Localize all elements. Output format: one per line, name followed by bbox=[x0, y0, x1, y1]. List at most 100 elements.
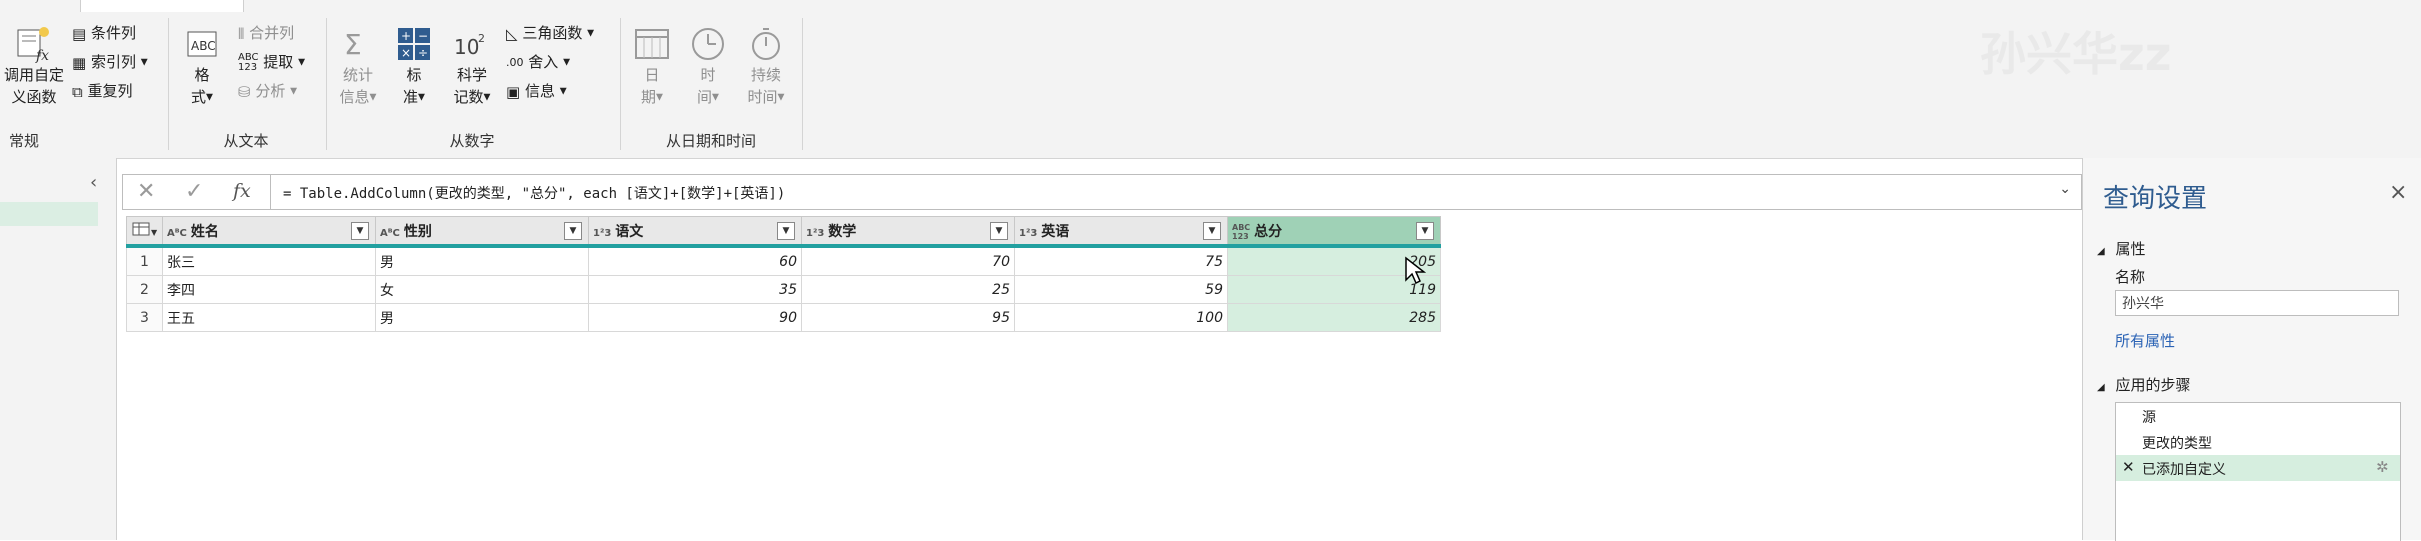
pane-title: 查询设置 bbox=[2103, 184, 2208, 214]
column-header-gender[interactable]: AᴮC 性别 ▼ bbox=[375, 216, 589, 248]
filter-dropdown-icon[interactable]: ▼ bbox=[777, 222, 795, 240]
table-cell[interactable]: 70 bbox=[801, 245, 1015, 276]
filter-dropdown-icon[interactable]: ▼ bbox=[564, 222, 582, 240]
information-button[interactable]: ▣ 信息 ▼ bbox=[506, 80, 567, 103]
merge-columns-icon: ⫴ bbox=[238, 24, 245, 43]
svg-text:▼: ▼ bbox=[151, 228, 158, 237]
selected-query-highlight[interactable] bbox=[0, 202, 98, 226]
commit-check-icon[interactable]: ✓ bbox=[185, 179, 203, 204]
conditional-column-button[interactable]: ▤ 条件列 bbox=[72, 22, 136, 45]
table-menu-icon[interactable]: ▼ bbox=[126, 216, 163, 248]
duration-button[interactable]: 持续 时间▼ bbox=[738, 24, 794, 109]
table-cell[interactable]: 王五 bbox=[162, 303, 376, 332]
filter-dropdown-icon[interactable]: ▼ bbox=[990, 222, 1008, 240]
statistics-button[interactable]: Σ 统计 信息▼ bbox=[334, 24, 382, 109]
table-cell[interactable]: 59 bbox=[1014, 275, 1228, 304]
filter-dropdown-icon[interactable]: ▼ bbox=[351, 222, 369, 240]
column-header-english[interactable]: 1²3 英语 ▼ bbox=[1014, 216, 1228, 248]
gear-icon[interactable]: ✲ bbox=[2376, 458, 2389, 476]
column-header-chinese[interactable]: 1²3 语文 ▼ bbox=[588, 216, 802, 248]
index-column-icon: ▦ bbox=[72, 53, 87, 72]
data-grid: ▼ AᴮC 姓名 ▼ AᴮC 性别 ▼ 1²3 语文 ▼ 1²3 数学 ▼ 1²3 英语 ▼ ABC… bbox=[126, 216, 1441, 332]
group-separator bbox=[168, 18, 169, 150]
close-icon[interactable]: × bbox=[2389, 180, 2407, 205]
all-properties-link[interactable]: 所有属性 bbox=[2115, 330, 2175, 351]
delete-step-icon[interactable]: ✕ bbox=[2122, 458, 2135, 476]
table-row[interactable]: 1 张三 男 60 70 75 205 bbox=[126, 245, 1441, 276]
applied-steps-section-header[interactable]: ◢ 应用的步骤 bbox=[2097, 374, 2191, 395]
row-number: 3 bbox=[126, 303, 163, 332]
chevron-down-icon: ▼ bbox=[777, 92, 785, 103]
time-button[interactable]: 时 间▼ bbox=[684, 24, 732, 109]
table-cell[interactable]: 男 bbox=[375, 245, 589, 276]
filter-dropdown-icon[interactable]: ▼ bbox=[1416, 222, 1434, 240]
abc-123-icon: ABC 123 bbox=[238, 51, 259, 73]
step-item[interactable]: 源 bbox=[2142, 407, 2156, 427]
format-button[interactable]: ABC 格 式▼ bbox=[176, 24, 228, 109]
query-settings-pane: 查询设置 × ◢ 属性 名称 孙兴华 所有属性 ◢ 应用的步骤 源 更改的类型 … bbox=[2082, 158, 2421, 541]
number-type-icon: 1²3 bbox=[1019, 227, 1038, 239]
index-column-button[interactable]: ▦ 索引列 ▼ bbox=[72, 51, 148, 74]
svg-text:÷: ÷ bbox=[418, 46, 428, 60]
number-type-icon: 1²3 bbox=[593, 227, 612, 239]
date-button[interactable]: 日 期▼ bbox=[628, 24, 676, 109]
step-item[interactable]: 更改的类型 bbox=[2142, 433, 2212, 453]
svg-text:fx: fx bbox=[35, 48, 49, 64]
trigonometry-button[interactable]: ◺ 三角函数 ▼ bbox=[506, 22, 594, 45]
parse-button[interactable]: ⛁ 分析 ▼ bbox=[238, 80, 297, 103]
duplicate-column-icon: ⧉ bbox=[72, 82, 83, 101]
table-cell[interactable]: 张三 bbox=[162, 245, 376, 276]
table-cell[interactable]: 90 bbox=[588, 303, 802, 332]
chevron-down-icon: ▼ bbox=[712, 92, 719, 103]
rounding-button[interactable]: .00 舍入 ▼ bbox=[506, 51, 570, 74]
stopwatch-icon bbox=[752, 28, 780, 60]
information-icon: ▣ bbox=[506, 82, 521, 101]
table-cell[interactable]: 25 bbox=[801, 275, 1015, 304]
group-label-from-text: 从文本 bbox=[223, 132, 269, 150]
svg-text:−: − bbox=[418, 29, 428, 43]
chevron-down-icon: ▼ bbox=[298, 57, 306, 68]
formula-input[interactable]: = Table.AddColumn(更改的类型, "总分", each [语文]… bbox=[283, 183, 785, 203]
table-cell[interactable]: 100 bbox=[1014, 303, 1228, 332]
table-cell[interactable]: 95 bbox=[801, 303, 1015, 332]
filter-dropdown-icon[interactable]: ▼ bbox=[1203, 222, 1221, 240]
invoke-custom-function-button[interactable]: fx 调用自定 义函数 bbox=[2, 24, 66, 108]
properties-section-header[interactable]: ◢ 属性 bbox=[2097, 238, 2146, 259]
chevron-down-icon: ▼ bbox=[418, 92, 425, 103]
table-cell[interactable]: 285 bbox=[1227, 303, 1441, 332]
chevron-down-icon: ▼ bbox=[206, 92, 213, 103]
duplicate-column-button[interactable]: ⧉ 重复列 bbox=[72, 80, 133, 103]
query-name-input[interactable]: 孙兴华 bbox=[2115, 290, 2399, 316]
merge-columns-button[interactable]: ⫴ 合并列 bbox=[238, 22, 294, 45]
standard-button[interactable]: + − × ÷ 标 准▼ bbox=[390, 24, 438, 109]
fx-icon[interactable]: fx bbox=[233, 180, 251, 202]
standard-operations-icon: + − × ÷ bbox=[398, 28, 430, 60]
scientific-button[interactable]: 10 2 科学 记数▼ bbox=[444, 24, 500, 109]
table-cell[interactable]: 35 bbox=[588, 275, 802, 304]
collapse-chevron-icon[interactable]: ‹ bbox=[90, 172, 97, 193]
column-header-name[interactable]: AᴮC 姓名 ▼ bbox=[162, 216, 376, 248]
selected-step-item[interactable]: ✕ 已添加自定义 ✲ bbox=[2116, 455, 2400, 481]
group-separator bbox=[620, 18, 621, 150]
cancel-icon[interactable]: ✕ bbox=[137, 179, 155, 204]
applied-steps-list: 源 更改的类型 ✕ 已添加自定义 ✲ bbox=[2115, 402, 2401, 541]
extract-button[interactable]: ABC 123 提取 ▼ bbox=[238, 51, 305, 74]
svg-text:2: 2 bbox=[478, 32, 485, 45]
table-cell[interactable]: 李四 bbox=[162, 275, 376, 304]
ribbon: fx 调用自定 义函数 ▤ 条件列 ▦ 索引列 ▼ ⧉ 重复列 常规 ABC 格… bbox=[0, 12, 2421, 159]
table-row[interactable]: 2 李四 女 35 25 59 119 bbox=[126, 275, 1441, 304]
column-header-math[interactable]: 1²3 数学 ▼ bbox=[801, 216, 1015, 248]
column-header-total[interactable]: ABC 123 总分 ▼ bbox=[1227, 216, 1441, 248]
queries-pane-collapsed: ‹ bbox=[0, 158, 117, 540]
statistics-icon: Σ bbox=[344, 28, 362, 61]
mouse-cursor-icon bbox=[1405, 256, 1426, 285]
row-number: 2 bbox=[126, 275, 163, 304]
table-cell[interactable]: 男 bbox=[375, 303, 589, 332]
table-cell[interactable]: 75 bbox=[1014, 245, 1228, 276]
table-cell[interactable]: 60 bbox=[588, 245, 802, 276]
table-row[interactable]: 3 王五 男 90 95 100 285 bbox=[126, 303, 1441, 332]
chevron-down-icon: ▼ bbox=[290, 86, 298, 97]
table-cell[interactable]: 女 bbox=[375, 275, 589, 304]
row-number: 1 bbox=[126, 245, 163, 276]
expand-formula-chevron-down-icon[interactable]: ⌄ bbox=[2059, 181, 2071, 197]
